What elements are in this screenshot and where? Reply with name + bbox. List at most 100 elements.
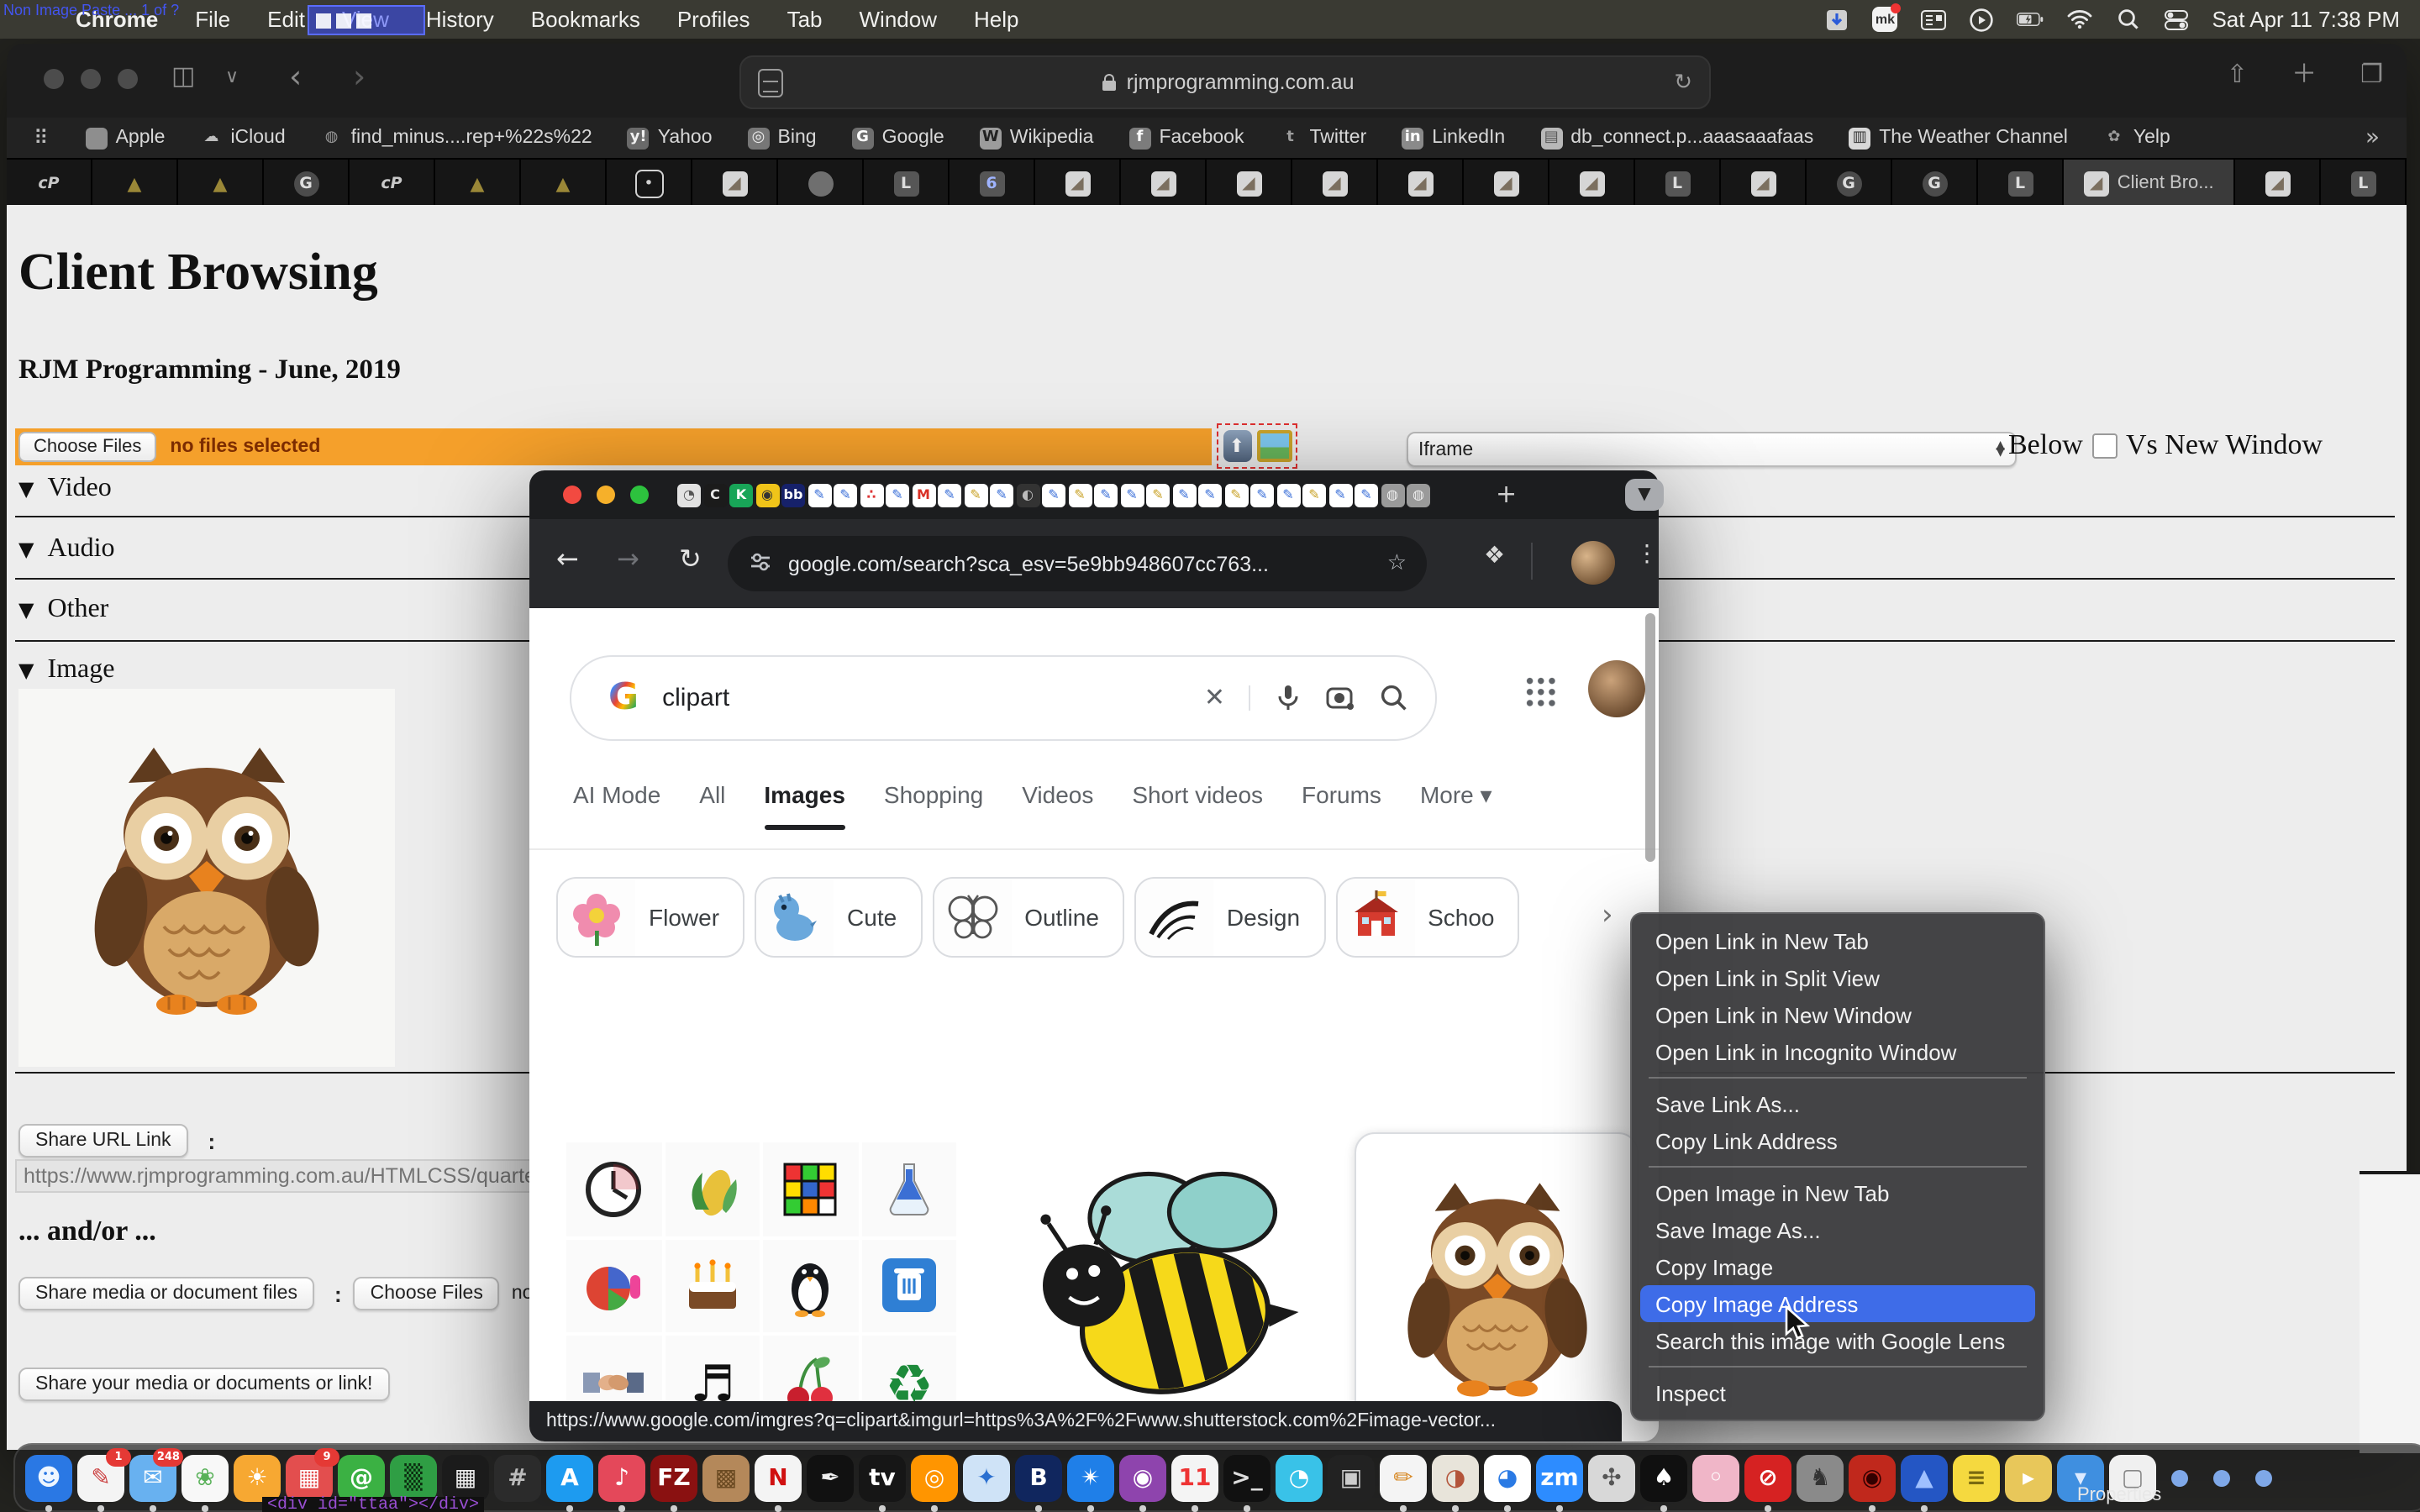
bookmark-item[interactable]: ▤db_connect.p...aaasaaafaas	[1540, 127, 1813, 149]
bookmark-item[interactable]: ☁iCloud	[200, 127, 285, 149]
dock-app-icon[interactable]: ✏	[1380, 1454, 1427, 1501]
safari-tab[interactable]	[1292, 160, 1378, 207]
dock-app-icon[interactable]: ♠	[1640, 1454, 1687, 1501]
safari-tab[interactable]: Client Bro...	[2064, 160, 2235, 207]
wifi-icon[interactable]	[2065, 8, 2092, 31]
pinned-tab-favicon[interactable]: ✎	[834, 483, 857, 507]
results-tab[interactable]: Short videos	[1132, 781, 1263, 830]
context-menu-item[interactable]: Save Image As...	[1632, 1211, 2044, 1248]
section-audio[interactable]: ▼Audio	[18, 534, 114, 564]
result-image-bee[interactable]	[995, 1137, 1326, 1401]
bookmark-item[interactable]: ◎Bing	[748, 127, 817, 149]
menu-item[interactable]: Bookmarks	[513, 7, 659, 32]
choose-files-button-2[interactable]: Choose Files	[354, 1277, 500, 1310]
choose-files-button[interactable]: Choose Files	[18, 432, 156, 462]
context-menu-item[interactable]: Copy Link Address	[1632, 1122, 2044, 1159]
search-query[interactable]: clipart	[662, 684, 729, 712]
dock-app-icon[interactable]: >_	[1223, 1454, 1270, 1501]
chip-cute[interactable]: Cute	[755, 877, 922, 958]
download-status-icon[interactable]	[1823, 8, 1850, 31]
menu-item[interactable]: Tab	[769, 7, 841, 32]
safari-tab[interactable]	[350, 160, 435, 207]
context-menu-item[interactable]: Search this image with Google Lens	[1632, 1322, 2044, 1359]
context-menu-item[interactable]: Inspect	[1632, 1374, 2044, 1411]
results-tab[interactable]: Images	[764, 781, 845, 830]
sidebar-toggle-icon[interactable]: ◫	[171, 64, 195, 89]
dock-app-icon[interactable]: ◉	[1849, 1454, 1896, 1501]
dock-app-icon[interactable]	[2171, 1469, 2188, 1486]
dock-app-icon[interactable]: ◑	[1432, 1454, 1479, 1501]
reload-icon[interactable]: ↻	[1674, 71, 1692, 93]
pinned-tab-favicon[interactable]: ◔	[677, 483, 701, 507]
scrollbar-thumb[interactable]	[1645, 613, 1655, 862]
safari-window-controls[interactable]	[44, 69, 138, 89]
bookmark-item[interactable]: y!Yahoo	[628, 127, 713, 149]
pinned-tab-favicon[interactable]: ✎	[1276, 483, 1300, 507]
safari-tab[interactable]	[1635, 160, 1721, 207]
spotlight-search-icon[interactable]	[2114, 8, 2141, 31]
pinned-tab-favicon[interactable]: bb	[781, 483, 805, 507]
sidebar-chevron-icon[interactable]: ∨	[225, 67, 239, 86]
dock-app-icon[interactable]: @	[338, 1454, 385, 1501]
pinned-tab-favicon[interactable]: ✎	[1068, 483, 1092, 507]
pinned-tab-favicon[interactable]: K	[729, 483, 753, 507]
pinned-tab-favicon[interactable]: ✎	[886, 483, 909, 507]
dock-app-icon[interactable]: ⊘	[1744, 1454, 1791, 1501]
safari-tab[interactable]	[1721, 160, 1807, 207]
minimize-button[interactable]	[81, 69, 101, 89]
pinned-tab-favicon[interactable]: ✎	[1224, 483, 1248, 507]
dock-app-icon[interactable]: N	[755, 1454, 802, 1501]
result-image-owl[interactable]	[1355, 1132, 1639, 1401]
bookmark-item[interactable]: ✿Yelp	[2103, 127, 2170, 149]
share-media-button[interactable]: Share media or document files	[18, 1277, 314, 1310]
window-manager-icon[interactable]	[1919, 8, 1946, 31]
new-tab-button[interactable]: +	[1496, 482, 1517, 507]
dock-app-icon[interactable]: B	[1015, 1454, 1062, 1501]
dock-app-icon[interactable]	[2255, 1469, 2272, 1486]
safari-tab[interactable]	[864, 160, 950, 207]
bookmark-item[interactable]: GGoogle	[852, 127, 944, 149]
google-lens-icon[interactable]	[1326, 684, 1356, 712]
safari-tab[interactable]	[2321, 160, 2407, 207]
results-tab[interactable]: Shopping	[884, 781, 983, 830]
bookmark-item[interactable]: ▥The Weather Channel	[1849, 127, 2068, 149]
pinned-tab-favicon[interactable]: ◍	[1381, 483, 1404, 507]
chip-flower[interactable]: Flower	[556, 877, 744, 958]
pinned-tab-favicon[interactable]: ∴	[860, 483, 883, 507]
play-status-icon[interactable]	[1968, 8, 1995, 31]
safari-tab[interactable]	[2235, 160, 2321, 207]
vs-new-window-checkbox[interactable]	[2092, 433, 2118, 459]
section-image[interactable]: ▼Image	[18, 655, 114, 685]
dock-app-icon[interactable]: ▲	[1901, 1454, 1948, 1501]
safari-tab[interactable]	[1378, 160, 1464, 207]
chip-school[interactable]: Schoo	[1335, 877, 1519, 958]
chrome-window-controls[interactable]	[563, 486, 649, 504]
back-button[interactable]: ‹	[289, 62, 302, 94]
safari-tab[interactable]	[7, 160, 92, 207]
context-menu-item[interactable]: Open Link in Incognito Window	[1632, 1033, 2044, 1070]
dock-app-icon[interactable]: ▸	[2005, 1454, 2052, 1501]
safari-tab[interactable]	[178, 160, 264, 207]
control-center-icon[interactable]	[2163, 8, 2190, 31]
pinned-tab-favicon[interactable]: ✎	[964, 483, 987, 507]
google-apps-grid-icon[interactable]	[1524, 675, 1556, 707]
safari-tab[interactable]	[1978, 160, 2064, 207]
pinned-tab-favicon[interactable]: M	[912, 483, 935, 507]
results-tab[interactable]: Videos	[1022, 781, 1093, 830]
dock-app-icon[interactable]: ◦	[1692, 1454, 1739, 1501]
tab-search-chevron-button[interactable]: ▼	[1625, 479, 1664, 511]
chip-design[interactable]: Design	[1134, 877, 1325, 958]
safari-tab[interactable]	[607, 160, 692, 207]
dock-app-icon[interactable]: ✴	[1067, 1454, 1114, 1501]
owl-clipart-image[interactable]	[18, 689, 395, 1067]
dock-app-icon[interactable]: ▦	[442, 1454, 489, 1501]
bookmarks-overflow-icon[interactable]: »	[2365, 126, 2380, 150]
minimize-button[interactable]	[597, 486, 615, 504]
context-menu-item[interactable]: Open Link in Split View	[1632, 959, 2044, 996]
dock-app-icon[interactable]	[2213, 1469, 2230, 1486]
context-menu-item[interactable]: Open Image in New Tab	[1632, 1174, 2044, 1211]
pinned-tab-favicon[interactable]: ✎	[808, 483, 831, 507]
reader-icon[interactable]	[758, 68, 783, 97]
pinned-tab-favicon[interactable]: C	[703, 483, 727, 507]
safari-tab[interactable]	[1464, 160, 1549, 207]
